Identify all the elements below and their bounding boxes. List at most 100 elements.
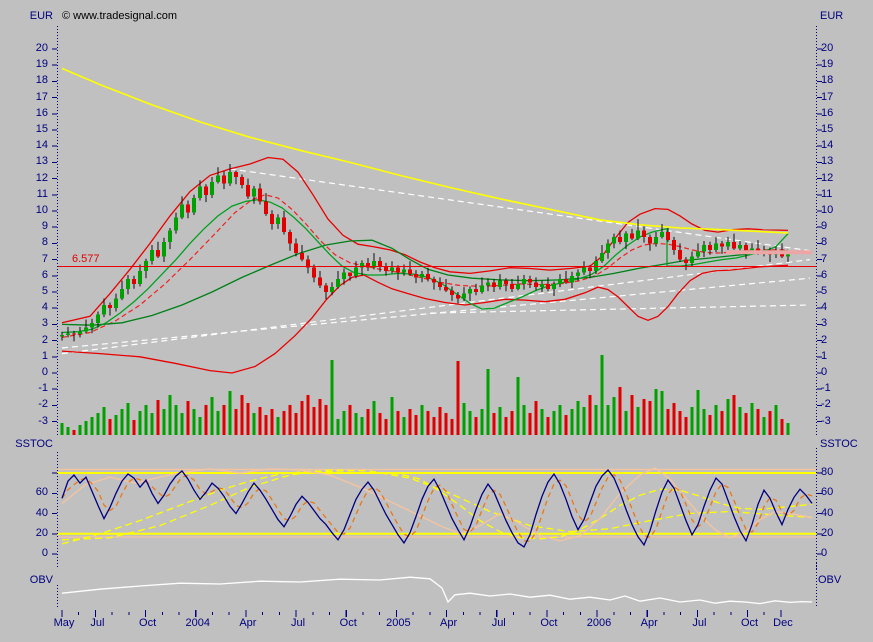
candle-body (66, 333, 70, 335)
candle-body (168, 230, 172, 242)
price-tick-label-right: 6 (821, 268, 828, 281)
candle-body (354, 267, 358, 276)
candle-body (486, 282, 490, 286)
volume-bar (288, 405, 292, 435)
volume-bar (438, 407, 442, 435)
volume-bar (414, 415, 418, 435)
volume-bar (546, 417, 550, 435)
candle-body (414, 274, 418, 278)
volume-bar (774, 405, 778, 435)
price-tick-label-left: 17 (35, 90, 48, 103)
price-tick-label-right: 12 (821, 171, 834, 184)
candle-body (468, 288, 472, 294)
chart-canvas[interactable] (0, 0, 873, 642)
volume-bar (780, 419, 784, 435)
volume-bar (192, 409, 196, 435)
candle-body (324, 285, 328, 292)
volume-bar (714, 405, 718, 435)
price-tick-label-left: 14 (35, 139, 48, 152)
volume-bar (486, 369, 490, 435)
price-tick-label-left: 19 (35, 58, 48, 71)
volume-bar (234, 409, 238, 435)
sstoc-tick-label-right: 20 (821, 526, 834, 539)
volume-bar (348, 405, 352, 435)
volume-bar (450, 419, 454, 435)
candle-body (96, 314, 100, 323)
price-axis-title-right: EUR (820, 10, 844, 22)
candle-body (522, 279, 526, 284)
candle-body (480, 285, 484, 292)
candle-body (558, 279, 562, 284)
candle-body (192, 198, 196, 213)
volume-bar (606, 405, 610, 435)
candle-body (708, 245, 712, 250)
volume-bar (504, 417, 508, 435)
price-tick-label-left: 18 (35, 74, 48, 87)
candle-body (474, 288, 478, 292)
volume-bar (252, 413, 256, 435)
price-tick-label-left: 5 (41, 285, 48, 297)
volume-bar (570, 409, 574, 435)
sstoc-tick-label-right: 80 (821, 466, 834, 478)
price-tick-label-right: 9 (821, 220, 828, 233)
x-axis-label: Jul (491, 617, 506, 629)
candle-body (264, 201, 268, 215)
price-tick-label-left: 4 (41, 301, 48, 314)
candle-body (336, 279, 340, 288)
volume-bar (150, 413, 154, 435)
candle-body (456, 295, 460, 299)
candle-body (90, 322, 94, 328)
x-axis-label: Jul (291, 617, 306, 629)
x-axis-label: Apr (239, 617, 257, 629)
price-axis-title-left: EUR (29, 10, 53, 22)
volume-bar (384, 419, 388, 435)
volume-bar (462, 403, 466, 435)
volume-bar (660, 391, 664, 435)
x-axis-label: Apr (640, 617, 658, 629)
candle-body (234, 172, 238, 177)
candle-body (528, 279, 532, 283)
volume-bar (726, 399, 730, 435)
volume-bar (120, 409, 124, 435)
volume-bar (432, 417, 436, 435)
sstoc-tick-label-right: 0 (821, 547, 828, 559)
volume-bar (300, 401, 304, 435)
volume-bar (264, 415, 268, 435)
volume-bar (564, 415, 568, 435)
price-tick-label-left: 15 (35, 123, 48, 135)
volume-bar (90, 417, 94, 435)
x-axis-label: 2004 (185, 617, 210, 629)
sstoc-tick-label-left: 40 (35, 506, 48, 519)
candle-body (420, 274, 424, 278)
sstoc-panel-title-right: SSTOC (820, 438, 858, 450)
x-axis-label: Oct (139, 617, 157, 629)
volume-bar (276, 417, 280, 435)
candle-body (672, 240, 676, 250)
volume-bar (270, 409, 274, 435)
x-axis-label: Oct (540, 617, 558, 629)
candle-body (150, 249, 154, 262)
price-tick-label-right: 18 (821, 74, 834, 87)
candle-body (312, 267, 316, 278)
candle-body (588, 267, 592, 271)
volume-bar (294, 413, 298, 435)
price-tick-label-right: 13 (821, 155, 834, 168)
candle-body (222, 175, 226, 184)
volume-bar (732, 395, 736, 435)
candle-body (648, 236, 652, 244)
sstoc-tick-label-left: 60 (35, 486, 48, 499)
volume-bar (360, 417, 364, 435)
sstoc-tick-label-left: 20 (35, 526, 48, 539)
volume-bar (750, 403, 754, 435)
volume-bar (336, 419, 340, 435)
candle-body (174, 217, 178, 231)
candle-body (552, 283, 556, 289)
volume-bar (642, 399, 646, 435)
candle-body (702, 245, 706, 252)
candle-body (696, 251, 700, 257)
candle-body (180, 204, 184, 218)
volume-bar (738, 407, 742, 435)
volume-bar (156, 400, 160, 435)
price-tick-label-left: 12 (35, 171, 48, 184)
price-tick-label-right: 2 (821, 333, 828, 346)
